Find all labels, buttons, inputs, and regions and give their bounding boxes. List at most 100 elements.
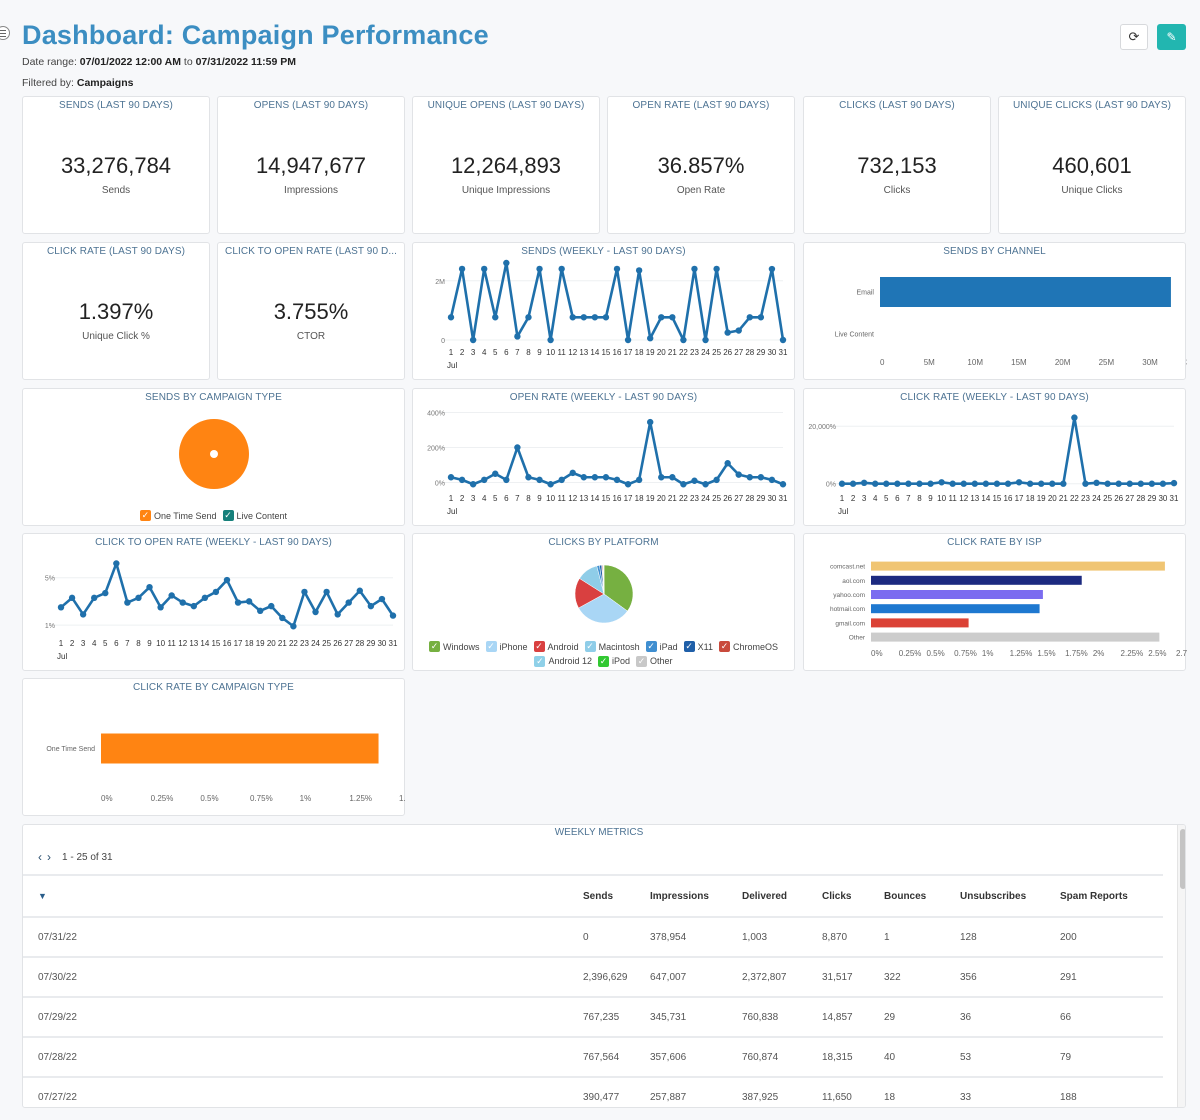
checkbox-icon[interactable]: ✓ [139, 510, 151, 521]
chart-title: CLICK RATE (WEEKLY - LAST 90 DAYS) [900, 392, 1089, 403]
checkbox-icon[interactable]: ✓ [222, 510, 234, 521]
prev-page-button[interactable]: ‹ [38, 850, 42, 864]
column-header[interactable]: Delivered [742, 876, 787, 916]
x-tick-label: 2 [460, 348, 465, 357]
legend-item[interactable]: ✓ iPod [598, 654, 630, 668]
table-cell: 390,477 [583, 1091, 620, 1103]
checkbox-icon[interactable]: ✓ [645, 641, 657, 652]
data-point [746, 314, 753, 321]
data-point [124, 599, 131, 606]
legend-item[interactable]: ✓ Android [533, 640, 579, 654]
checkbox-icon[interactable]: ✓ [584, 641, 596, 652]
x-tick-label: 17 [234, 639, 243, 648]
checkbox-icon[interactable]: ✓ [636, 655, 648, 667]
next-page-button[interactable]: › [47, 850, 51, 864]
data-point [301, 588, 308, 596]
column-header[interactable]: Bounces [884, 876, 926, 916]
column-header[interactable]: Sends [583, 876, 613, 916]
data-point [1026, 480, 1034, 487]
data-point [1082, 480, 1089, 487]
data-point [514, 333, 521, 340]
column-header[interactable]: Impressions [650, 876, 709, 916]
chart-title: SENDS (WEEKLY - LAST 90 DAYS) [521, 246, 686, 257]
data-point [334, 611, 341, 618]
legend-item[interactable]: ✓ One Time Send [139, 509, 217, 523]
table-scrollbar[interactable] [1177, 825, 1185, 1107]
chart-card-click-rate-by-isp: CLICK RATE BY ISP comcast.net aol.com yaho… [803, 533, 1196, 671]
column-header-date[interactable]: ▼ [38, 876, 47, 916]
x-tick-label: 28 [745, 494, 754, 503]
data-point [779, 336, 787, 344]
checkbox-icon[interactable]: ✓ [718, 641, 730, 652]
legend-item[interactable]: ✓ Android 12 [534, 654, 592, 668]
legend-item[interactable]: ✓ Macintosh [584, 640, 640, 654]
legend-item[interactable]: ✓ Live Content [222, 509, 287, 523]
table-cell: 14,857 [822, 1011, 853, 1023]
legend-item[interactable]: ✓ iPhone [485, 640, 528, 654]
data-point [916, 480, 923, 487]
legend-label: iPad [659, 641, 678, 652]
x-axis-label: Jul [447, 361, 457, 370]
data-point [1093, 479, 1100, 487]
chart-title: SENDS BY CAMPAIGN TYPE [145, 392, 282, 403]
menu-icon[interactable] [0, 26, 10, 40]
bar [880, 277, 1171, 307]
table-cell: 345,731 [650, 1011, 687, 1023]
checkbox-icon[interactable]: ✓ [598, 655, 609, 667]
x-tick-label: 35 [1186, 358, 1187, 367]
x-tick-label: 26 [333, 639, 342, 648]
data-point [146, 583, 153, 591]
x-tick-label: 27 [1125, 494, 1134, 503]
column-header[interactable]: Unsubscribes [960, 876, 1026, 916]
table-cell: 1 [884, 931, 890, 943]
checkbox-icon[interactable]: ✓ [429, 641, 440, 652]
pagination: ‹ › 1 - 25 of 31 [38, 850, 113, 864]
table-cell: 760,874 [742, 1051, 779, 1063]
data-point [257, 607, 264, 615]
data-point [1071, 414, 1078, 421]
kpi-value: 14,947,677 [255, 153, 367, 178]
kpi-label: Clicks [883, 185, 911, 196]
column-header[interactable]: Spam Reports [1060, 876, 1128, 916]
kpi-label: Impressions [284, 185, 338, 196]
checkbox-icon[interactable]: ✓ [533, 641, 545, 652]
table-header-row: ▼ Sends Impressions Delivered Clicks Bounces U… [23, 874, 1163, 916]
legend-item[interactable]: ✓ ChromeOS [718, 640, 778, 654]
data-point [1060, 480, 1067, 487]
data-point [245, 598, 253, 605]
legend-item[interactable]: ✓ iPad [645, 640, 678, 654]
data-point [234, 599, 242, 606]
refresh-button[interactable]: ⟳ [1120, 24, 1148, 50]
checkbox-icon[interactable]: ✓ [683, 641, 695, 652]
x-tick-label: 18 [635, 494, 644, 503]
data-point [746, 474, 753, 481]
bar [871, 618, 969, 628]
chart-card-sends-weekly: SENDS (WEEKLY - LAST 90 DAYS) 0 2M 1 2 3 4 5 6 7… [412, 242, 795, 380]
data-point [602, 314, 610, 321]
data-point [691, 265, 698, 273]
legend-item[interactable]: ✓ Other [636, 654, 673, 668]
table-cell: 07/28/22 [38, 1051, 77, 1063]
checkbox-icon[interactable]: ✓ [485, 641, 497, 652]
scrollbar-thumb[interactable] [1180, 829, 1185, 889]
sort-desc-icon[interactable]: ▼ [38, 891, 47, 901]
x-tick-label: 0% [101, 794, 113, 803]
legend-item[interactable]: ✓ Windows [429, 640, 480, 654]
data-point [602, 474, 610, 481]
data-point [492, 314, 499, 321]
x-tick-label: 3 [81, 639, 86, 648]
sends-by-campaign-type-pie-chart [179, 419, 249, 489]
legend-item[interactable]: ✓ X11 [683, 640, 713, 654]
data-point [1170, 479, 1178, 487]
x-tick-label: 30M [1142, 358, 1158, 367]
column-header[interactable]: Clicks [822, 876, 851, 916]
chart-card-sends-by-channel: SENDS BY CHANNEL Email Live Content 0 5M 10M… [803, 242, 1195, 380]
data-point [378, 595, 386, 603]
edit-button[interactable]: ✎ [1157, 24, 1186, 50]
chart-card-click-rate-by-campaign-type: CLICK RATE BY CAMPAIGN TYPE One Time Sen… [22, 678, 411, 816]
checkbox-icon[interactable]: ✓ [534, 655, 546, 667]
click-rate-by-campaign-type-bar-chart: One Time Send 0% 0.25% 0.5% 0.75% 1% 1.25% 1.5 [46, 733, 411, 803]
data-point [525, 474, 532, 481]
data-point [68, 594, 76, 602]
data-point [669, 314, 676, 321]
